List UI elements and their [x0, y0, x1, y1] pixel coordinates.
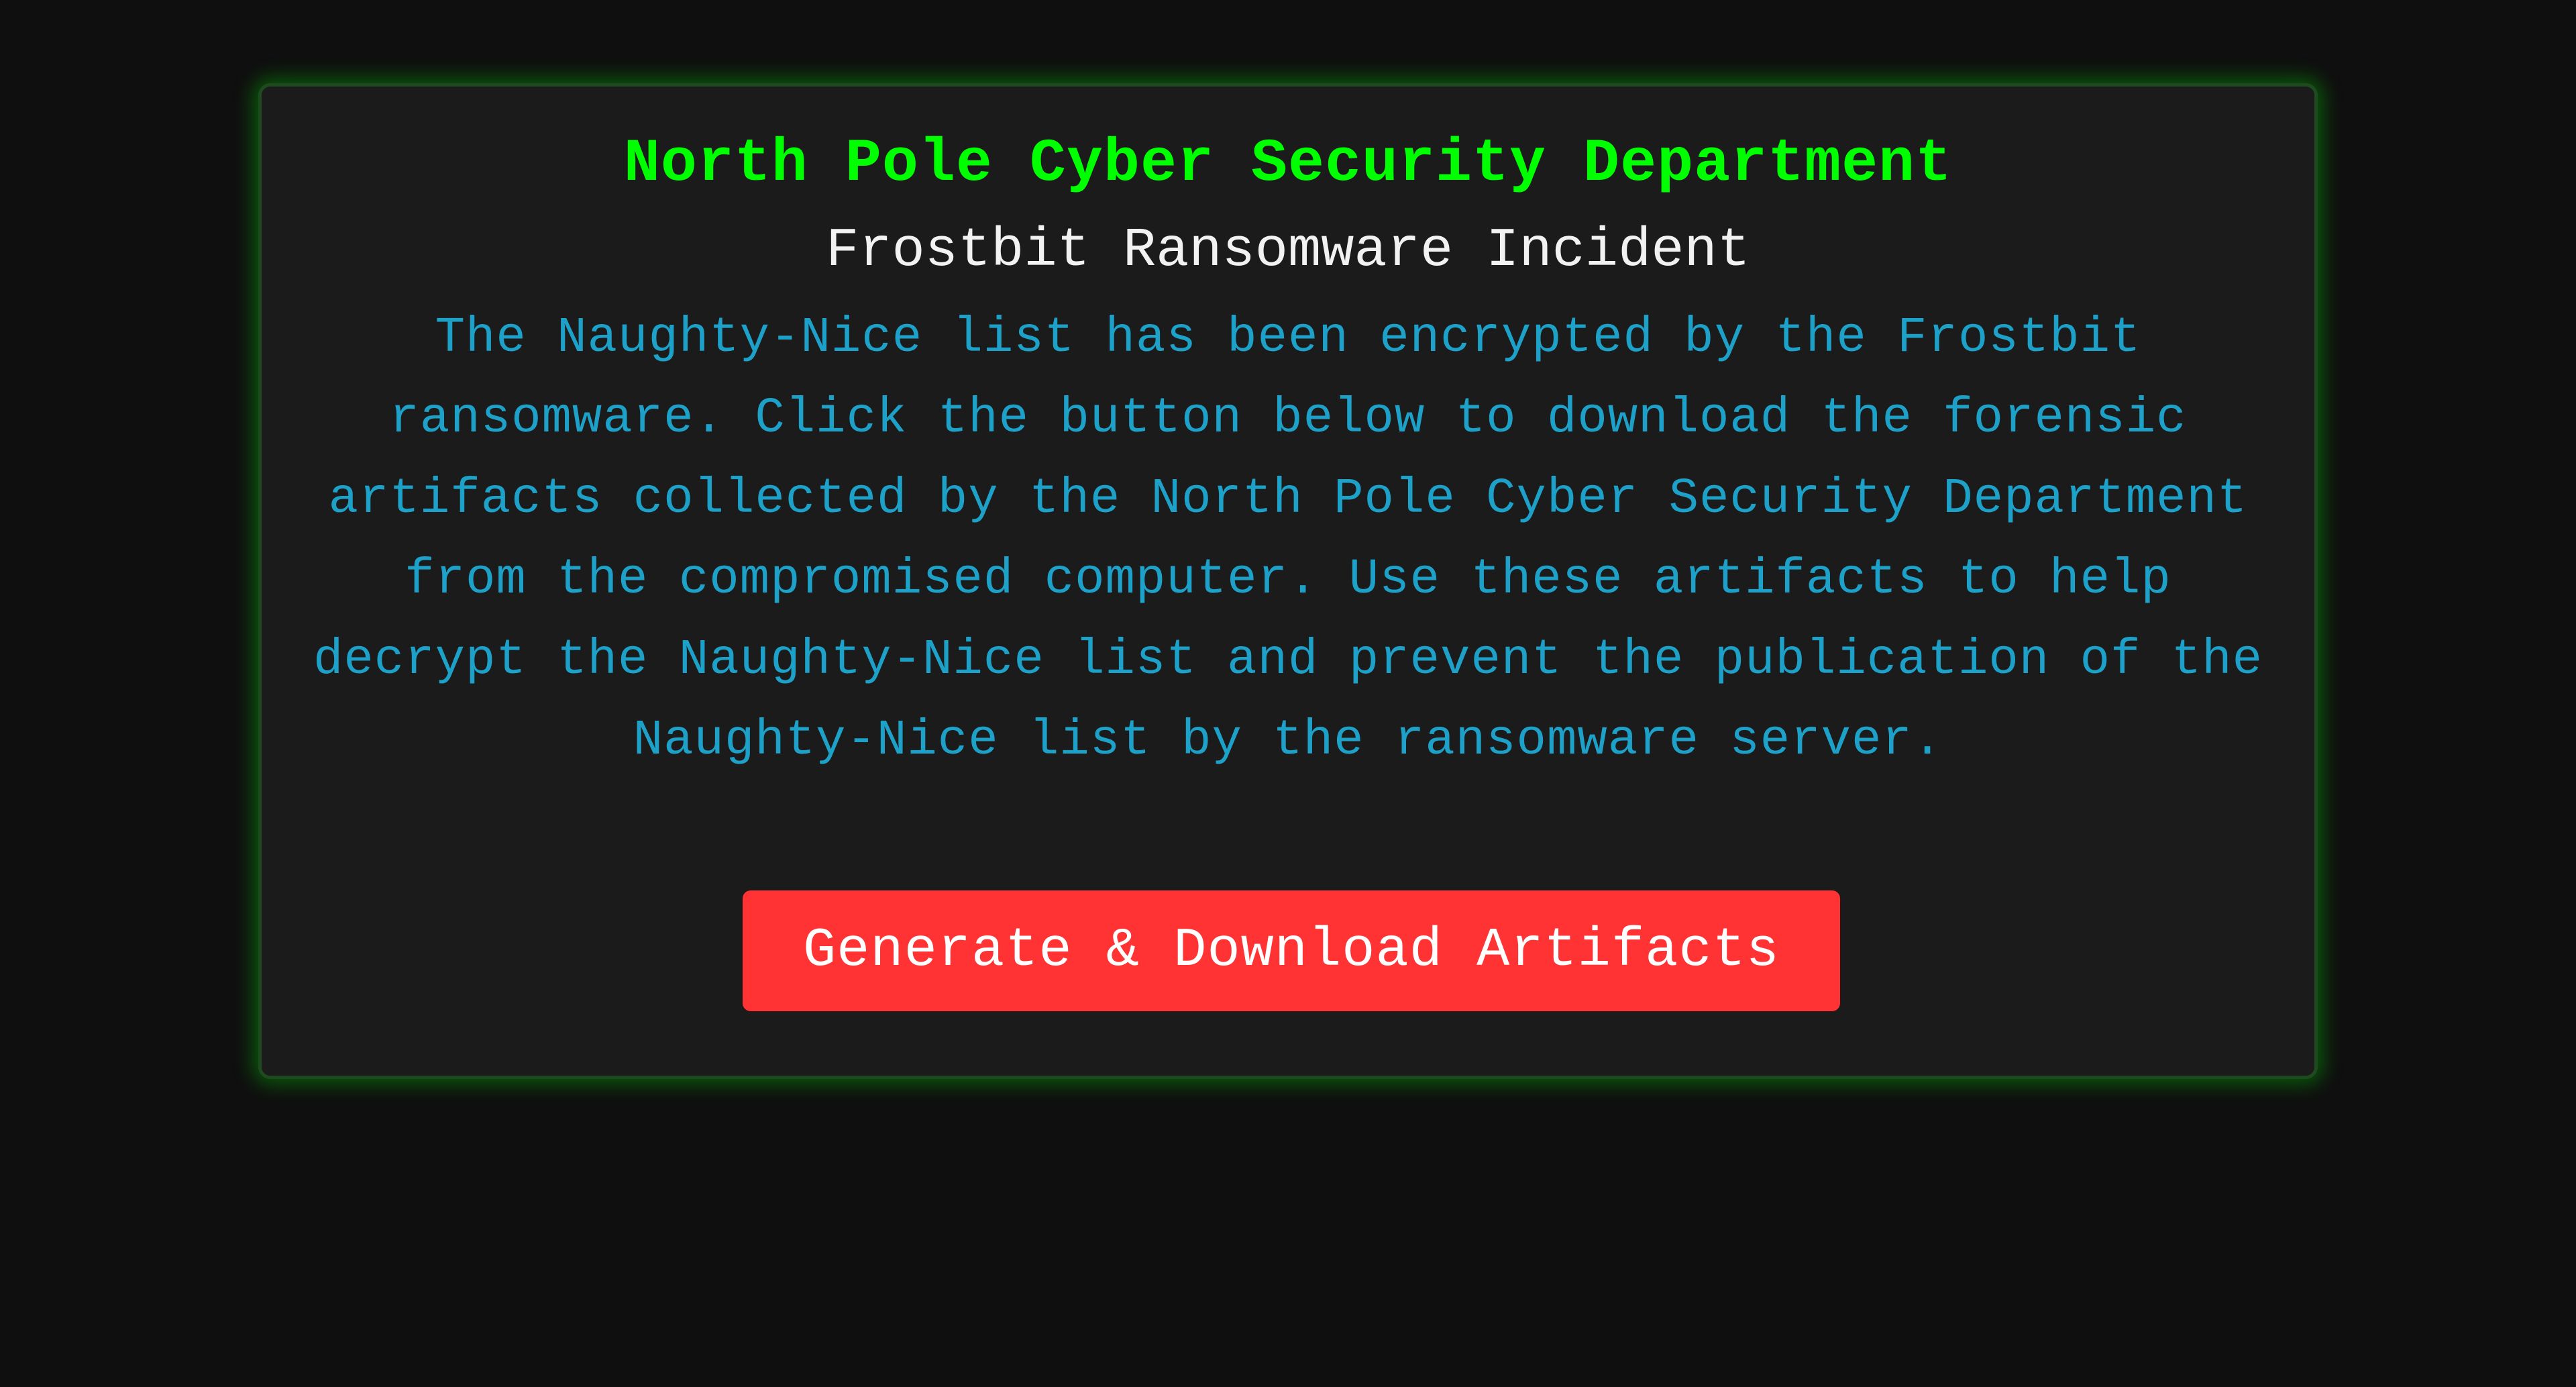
- incident-description: The Naughty-Nice list has been encrypted…: [313, 310, 2263, 769]
- incident-card: North Pole Cyber Security Department Fro…: [258, 83, 2318, 1079]
- generate-download-artifacts-button[interactable]: Generate & Download Artifacts: [743, 890, 1840, 1011]
- incident-subtitle: Frostbit Ransomware Incident: [826, 219, 1750, 282]
- department-title: North Pole Cyber Security Department: [623, 130, 1953, 199]
